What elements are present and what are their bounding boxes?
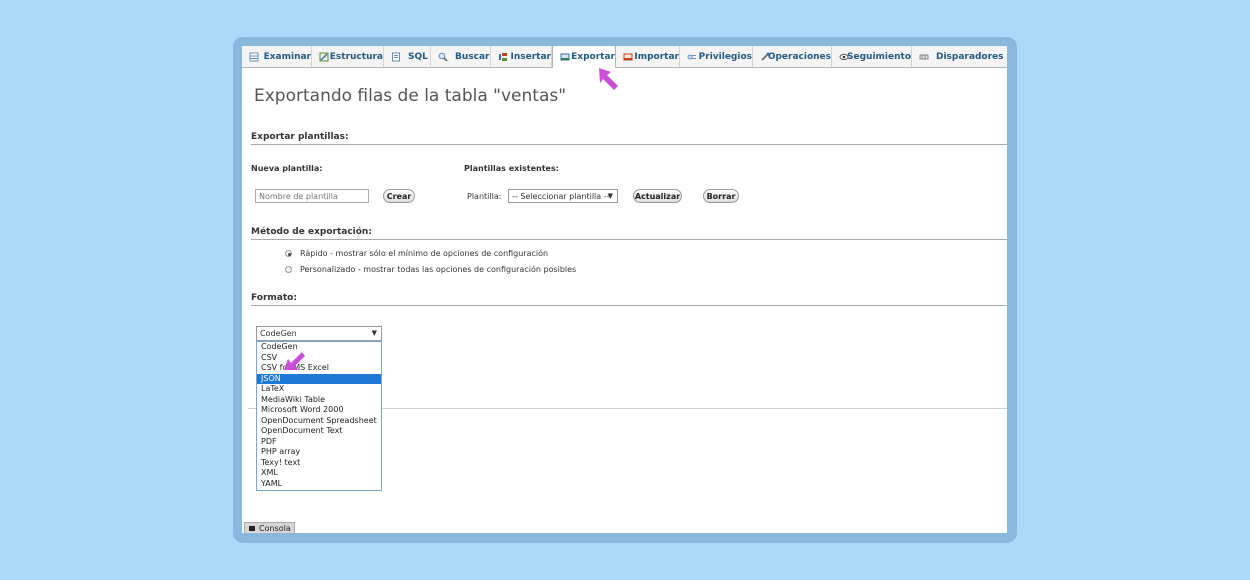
- template-select[interactable]: -- Seleccionar plantilla -- ▼: [508, 189, 618, 203]
- create-button[interactable]: Crear: [383, 189, 415, 203]
- export-method-heading: Método de exportación:: [251, 227, 1007, 240]
- insert-icon: [498, 52, 507, 62]
- console-tab[interactable]: Consola: [244, 522, 295, 533]
- sql-icon: [391, 52, 401, 62]
- pointer-arrow-icon: [284, 352, 305, 370]
- chevron-down-icon: ▼: [607, 192, 613, 200]
- tab-seguimiento[interactable]: Seguimiento: [832, 46, 912, 67]
- tab-bar: Examinar Estructura SQL Buscar Insertar …: [242, 46, 1007, 68]
- eye-icon: [839, 52, 849, 62]
- console-label: Consola: [259, 524, 291, 533]
- format-option-codegen[interactable]: CodeGen: [257, 342, 381, 353]
- tab-label: Privilegios: [698, 51, 752, 62]
- main-panel: Examinar Estructura SQL Buscar Insertar …: [242, 46, 1007, 533]
- custom-method-label: Personalizado - mostrar todas las opcion…: [300, 265, 577, 274]
- tab-importar[interactable]: Importar: [616, 46, 680, 67]
- divider: [248, 408, 256, 409]
- tab-label: Seguimiento: [847, 51, 911, 62]
- tab-exportar[interactable]: Exportar: [552, 46, 616, 68]
- format-option-php[interactable]: PHP array: [257, 447, 381, 458]
- tab-label: Buscar: [455, 51, 490, 62]
- divider: [382, 408, 1007, 409]
- custom-method-radio[interactable]: [285, 266, 292, 273]
- wrench-icon: [760, 52, 770, 62]
- format-option-csv[interactable]: CSV: [257, 353, 381, 364]
- tab-sql[interactable]: SQL: [384, 46, 431, 67]
- trigger-icon: [919, 52, 929, 62]
- tab-examinar[interactable]: Examinar: [242, 46, 312, 67]
- browse-icon: [249, 52, 259, 62]
- format-option-odt[interactable]: OpenDocument Text: [257, 426, 381, 437]
- existing-templates-label: Plantillas existentes:: [464, 164, 559, 173]
- format-option-pdf[interactable]: PDF: [257, 437, 381, 448]
- tab-label: Importar: [634, 51, 679, 62]
- format-option-mediawiki[interactable]: MediaWiki Table: [257, 395, 381, 406]
- structure-icon: [319, 52, 329, 62]
- tab-label: Exportar: [571, 52, 615, 62]
- tab-estructura[interactable]: Estructura: [312, 46, 384, 67]
- screenshot-frame: Examinar Estructura SQL Buscar Insertar …: [233, 37, 1017, 543]
- tab-label: Insertar: [510, 51, 551, 62]
- format-option-latex[interactable]: LaTeX: [257, 384, 381, 395]
- page-title: Exportando filas de la tabla "ventas": [254, 86, 567, 106]
- format-select-value: CodeGen: [260, 329, 297, 338]
- format-option-word[interactable]: Microsoft Word 2000: [257, 405, 381, 416]
- format-option-json[interactable]: JSON: [257, 373, 381, 384]
- privileges-icon: [687, 52, 696, 62]
- templates-heading: Exportar plantillas:: [251, 132, 1007, 145]
- tab-label: Examinar: [263, 51, 311, 62]
- pointer-arrow-icon: [599, 68, 618, 90]
- tab-label: SQL: [408, 51, 428, 62]
- search-icon: [438, 52, 448, 62]
- export-icon: [560, 52, 570, 62]
- delete-button[interactable]: Borrar: [703, 189, 739, 203]
- format-option-csv-excel[interactable]: CSV for MS Excel: [257, 363, 381, 374]
- tab-label: Operaciones: [767, 51, 831, 62]
- quick-method-radio[interactable]: [285, 250, 292, 257]
- update-button[interactable]: Actualizar: [633, 189, 682, 203]
- format-heading: Formato:: [251, 293, 1007, 306]
- import-icon: [623, 52, 633, 62]
- tab-privilegios[interactable]: Privilegios: [680, 46, 753, 67]
- quick-method-label: Rápido - mostrar sólo el mínimo de opcio…: [300, 249, 549, 258]
- template-select-value: -- Seleccionar plantilla --: [512, 192, 610, 201]
- format-option-ods[interactable]: OpenDocument Spreadsheet: [257, 416, 381, 427]
- tab-label: Disparadores: [936, 51, 1004, 62]
- tab-operaciones[interactable]: Operaciones: [753, 46, 832, 67]
- format-option-yaml[interactable]: YAML: [257, 479, 381, 490]
- template-label: Plantilla:: [467, 192, 502, 201]
- tab-buscar[interactable]: Buscar: [431, 46, 491, 67]
- tab-disparadores[interactable]: Disparadores: [912, 46, 1007, 67]
- tab-label: Estructura: [329, 51, 383, 62]
- chevron-down-icon: ▼: [371, 329, 377, 337]
- format-option-xml[interactable]: XML: [257, 468, 381, 479]
- new-template-label: Nueva plantilla:: [251, 164, 323, 173]
- template-name-input[interactable]: [255, 189, 369, 203]
- tab-insertar[interactable]: Insertar: [491, 46, 552, 67]
- console-icon: [249, 526, 255, 531]
- format-select[interactable]: CodeGen ▼: [256, 326, 382, 341]
- format-option-texy[interactable]: Texy! text: [257, 458, 381, 469]
- format-dropdown-list: CodeGen CSV CSV for MS Excel JSON LaTeX …: [256, 341, 382, 491]
